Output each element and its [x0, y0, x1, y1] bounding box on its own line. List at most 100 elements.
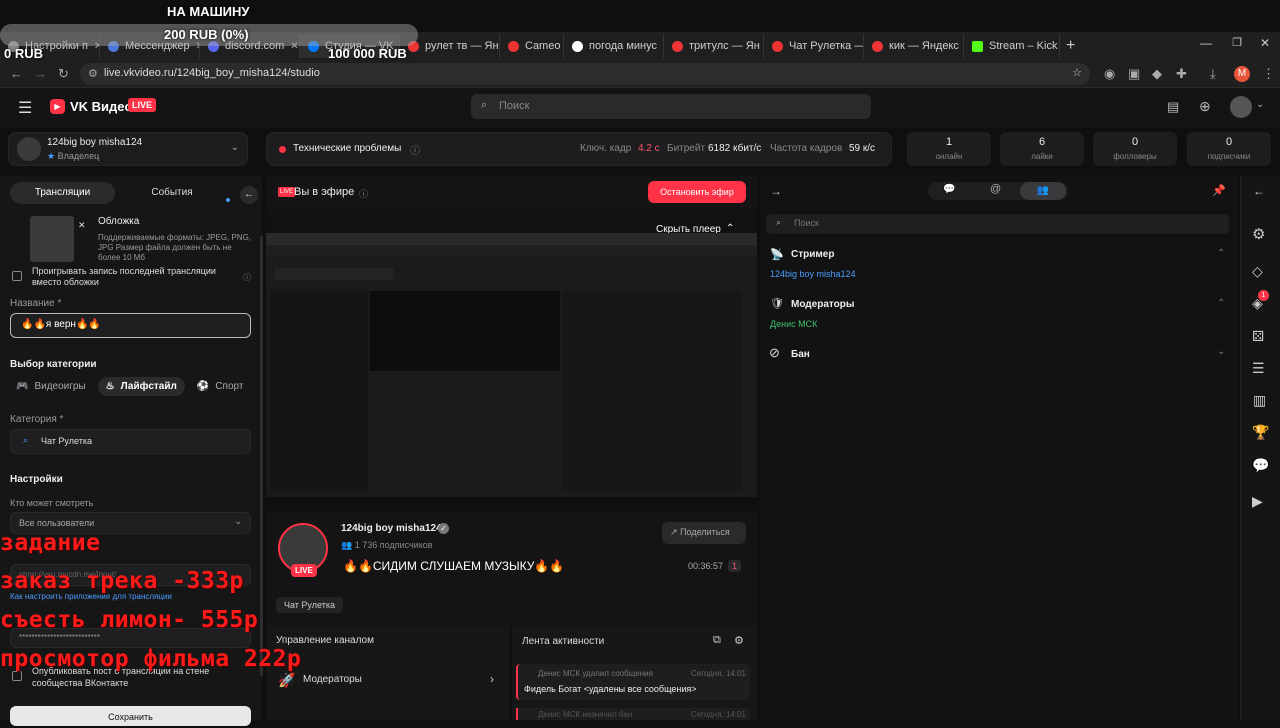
- save-button[interactable]: Сохранить: [10, 706, 251, 726]
- browser-tab[interactable]: Stream – Kick Dashboard✕: [964, 34, 1060, 58]
- restore-icon[interactable]: ❐: [1232, 36, 1242, 49]
- shield-icon: 🛡: [770, 297, 784, 310]
- collapse-left-icon[interactable]: ←: [240, 186, 258, 204]
- url-field[interactable]: ⚙live.vkvideo.ru/124big_boy_misha124/stu…: [80, 63, 1090, 85]
- open-external-icon[interactable]: ⧉: [713, 634, 721, 647]
- extension-icon[interactable]: ▣: [1128, 66, 1140, 82]
- right-rail: ← ⚙ ◇ ◈ 1 ⚄ ☰ ▥ 🏆 💬 ▶: [1240, 176, 1280, 720]
- bookmark-star-icon[interactable]: ☆: [1072, 66, 1082, 79]
- settings-icon[interactable]: ⚙: [1252, 225, 1265, 243]
- puzzle-icon[interactable]: ✚: [1176, 66, 1187, 82]
- hamburger-icon[interactable]: ☰: [18, 98, 32, 118]
- moderators-section[interactable]: Модераторы: [791, 299, 854, 310]
- verified-icon: ★: [47, 151, 55, 161]
- extension-icon[interactable]: ◆: [1152, 66, 1162, 82]
- browser-tab[interactable]: Cameo: [500, 34, 564, 58]
- pin-icon[interactable]: 📌: [1212, 184, 1226, 197]
- chevron-up-icon[interactable]: ⌃: [1217, 298, 1225, 309]
- tab-events[interactable]: События: [122, 182, 222, 204]
- moderator-user[interactable]: Денис МСК: [770, 319, 817, 329]
- profile-avatar[interactable]: M: [1234, 66, 1250, 82]
- stop-stream-button[interactable]: Остановить эфир: [648, 181, 746, 203]
- who-can-watch-label: Кто может смотреть: [10, 498, 93, 508]
- record-icon: [572, 41, 583, 52]
- category-games[interactable]: 🎮Видеоигры: [8, 377, 94, 396]
- ban-section[interactable]: Бан: [791, 349, 810, 360]
- keyframe-label: Ключ. кадр: [580, 143, 631, 154]
- window-close-icon[interactable]: ✕: [1260, 36, 1270, 50]
- new-tab-icon[interactable]: +: [1066, 37, 1075, 55]
- filter-icon[interactable]: ⚙: [734, 634, 744, 647]
- arrow-left-icon[interactable]: ←: [1253, 184, 1265, 198]
- chevron-down-icon[interactable]: ⌄: [1256, 99, 1264, 110]
- streamer-user[interactable]: 124big boy misha124: [770, 269, 856, 279]
- search-input[interactable]: ⌕Поиск: [471, 94, 871, 119]
- add-icon[interactable]: ⊕: [1199, 98, 1211, 115]
- channel-selector[interactable]: 124big boy misha124 ★ Владелец ⌄: [8, 132, 248, 166]
- help-icon[interactable]: ⓘ: [410, 142, 420, 157]
- preview-channel: [274, 268, 394, 280]
- activity-feed: Лента активности ⧉ ⚙ Денис МСК удалил со…: [512, 626, 757, 720]
- tasks-overlay: задание заказ трека -333р съесть лимон- …: [0, 525, 360, 675]
- forward-icon[interactable]: →: [34, 66, 47, 81]
- category-sport[interactable]: ⚽Спорт: [189, 377, 252, 396]
- notes-icon[interactable]: ▤: [1167, 99, 1179, 115]
- chat-mode-switch: 💬 @ 👥: [928, 182, 1068, 200]
- back-icon[interactable]: ←: [10, 66, 23, 81]
- search-icon: ⌕: [481, 99, 487, 112]
- diamond-icon[interactable]: ◇: [1252, 263, 1263, 280]
- cover-thumbnail[interactable]: [30, 216, 74, 262]
- status-problem-text: Технические проблемы: [293, 143, 401, 154]
- download-icon[interactable]: ⤓: [1210, 66, 1216, 82]
- video-icon[interactable]: ▶: [1252, 493, 1263, 510]
- yandex-icon: [872, 41, 883, 52]
- moderators-menu-item[interactable]: Модераторы: [303, 674, 362, 685]
- remove-cover-icon[interactable]: ✕: [78, 220, 86, 231]
- chat-bubble-icon[interactable]: 💬: [1252, 457, 1269, 474]
- minimize-icon[interactable]: —: [1200, 36, 1212, 50]
- menu-dots-icon[interactable]: ⋮: [1262, 66, 1275, 82]
- help-icon[interactable]: ⓘ: [359, 187, 368, 200]
- chevron-right-icon[interactable]: ›: [490, 672, 494, 686]
- video-player[interactable]: Скрыть плеер ⌃: [266, 211, 757, 497]
- arrow-right-icon[interactable]: →: [770, 184, 782, 198]
- browser-tab[interactable]: погода минус✕: [564, 34, 664, 58]
- preview-addressbar: [266, 245, 757, 255]
- trophy-icon[interactable]: 🏆: [1252, 424, 1269, 441]
- browser-addressbar: ← → ↻ ⚙live.vkvideo.ru/124big_boy_misha1…: [0, 60, 1280, 88]
- goal-progress-text: 200 RUB (0%): [164, 27, 249, 42]
- chevron-up-icon[interactable]: ⌃: [1217, 248, 1225, 259]
- chat-icon[interactable]: 💬: [943, 184, 955, 195]
- category-input[interactable]: ⌕Чат Рулетка: [10, 429, 251, 454]
- user-avatar[interactable]: [1230, 96, 1252, 118]
- category-lifestyle[interactable]: ♨Лайфстайл: [98, 377, 185, 396]
- browser-tab[interactable]: кик — Яндекс✕: [864, 34, 964, 58]
- extension-icon[interactable]: ◉: [1104, 66, 1115, 82]
- site-info-icon[interactable]: ⚙: [88, 67, 98, 80]
- help-icon[interactable]: ⓘ: [243, 272, 251, 283]
- stream-status-bar: Технические проблемы ⓘ Ключ. кадр 4.2 с …: [266, 132, 892, 166]
- mention-icon[interactable]: @: [990, 183, 1001, 195]
- name-label: Название *: [10, 298, 61, 309]
- title-input[interactable]: 🔥🔥я верн🔥🔥: [10, 313, 251, 338]
- task-line: задание: [0, 532, 100, 555]
- share-button[interactable]: ↗ Поделиться: [662, 522, 746, 544]
- replay-checkbox[interactable]: [12, 271, 22, 281]
- stats-icon[interactable]: ▥: [1253, 392, 1266, 409]
- browser-tab[interactable]: Чат Рулетка —✕: [764, 34, 864, 58]
- user-search-input[interactable]: ⌕Поиск: [766, 214, 1229, 234]
- tab-broadcasts[interactable]: Трансляции: [10, 182, 115, 204]
- preview-thumbnail: [266, 233, 757, 497]
- list-icon[interactable]: ☰: [1252, 360, 1265, 377]
- chevron-down-icon[interactable]: ⌄: [1217, 346, 1225, 357]
- dice-icon[interactable]: ⚄: [1252, 328, 1264, 345]
- browser-tab[interactable]: тритулс — Ян✕: [664, 34, 764, 58]
- app-logo-text[interactable]: VK Видео: [70, 99, 132, 114]
- live-badge: LIVE: [128, 98, 156, 112]
- streamer-section[interactable]: Стример: [791, 249, 834, 260]
- reload-icon[interactable]: ↻: [58, 66, 69, 82]
- stream-duration: 00:36:57: [688, 561, 723, 571]
- share-icon: ↗: [670, 527, 678, 537]
- live-header: LIVE Вы в эфире ⓘ Остановить эфир: [266, 176, 757, 210]
- users-icon[interactable]: 👥: [1020, 182, 1066, 200]
